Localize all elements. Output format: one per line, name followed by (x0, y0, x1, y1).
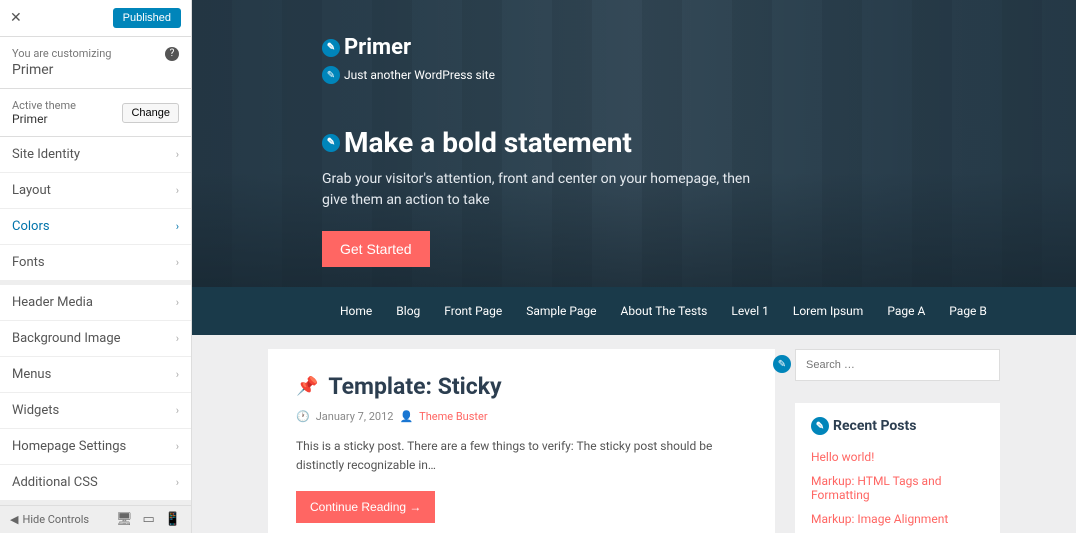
edit-shortcut-icon[interactable]: ✎ (322, 134, 340, 152)
chevron-right-icon: › (176, 148, 179, 161)
nav-item-blog[interactable]: Blog (396, 304, 420, 318)
site-tagline: Just another WordPress site (344, 68, 495, 82)
hide-controls-button[interactable]: ◀ Hide Controls (10, 513, 89, 526)
sidebar-section-background-image[interactable]: Background Image › (0, 321, 191, 357)
active-theme-label: Active theme (12, 99, 76, 112)
widget-title: Recent Posts (833, 418, 916, 434)
change-theme-button[interactable]: Change (122, 103, 179, 123)
chevron-right-icon: › (176, 256, 179, 269)
active-theme-name: Primer (12, 112, 76, 126)
customize-label: You are customizing (12, 47, 179, 60)
mobile-icon[interactable]: 📱 (165, 512, 181, 527)
clock-icon: 🕐 (296, 410, 310, 423)
sidebar-section-site-identity[interactable]: Site Identity › (0, 137, 191, 173)
customize-theme-name: Primer (12, 62, 179, 78)
sidebar-section-fonts[interactable]: Fonts › (0, 245, 191, 281)
sidebar-section-widgets[interactable]: Widgets › (0, 393, 191, 429)
post-card: 📌 Template: Sticky 🕐 January 7, 2012 👤 T… (268, 349, 775, 533)
collapse-icon: ◀ (10, 513, 18, 526)
chevron-right-icon: › (176, 440, 179, 453)
section-label: Background Image (12, 331, 121, 346)
post-title[interactable]: Template: Sticky (328, 373, 501, 400)
edit-shortcut-icon[interactable]: ✎ (322, 66, 340, 84)
search-input[interactable] (795, 349, 1000, 381)
publish-button[interactable]: Published (113, 8, 181, 28)
user-icon: 👤 (399, 410, 413, 423)
customizer-sidebar: ✕ Published ? You are customizing Primer… (0, 0, 192, 533)
recent-post-link[interactable]: Markup: HTML Tags and Formatting (811, 469, 984, 507)
nav-item-lorem-ipsum[interactable]: Lorem Ipsum (793, 304, 863, 318)
tablet-icon[interactable]: ▭ (143, 512, 155, 527)
section-label: Header Media (12, 295, 93, 310)
post-date: January 7, 2012 (316, 410, 394, 423)
recent-post-link[interactable]: Markup: Image Alignment (811, 507, 984, 531)
nav-item-about-the-tests[interactable]: About The Tests (621, 304, 708, 318)
chevron-right-icon: › (176, 184, 179, 197)
hero-heading: Make a bold statement (344, 126, 632, 159)
section-label: Site Identity (12, 147, 80, 162)
section-label: Additional CSS (12, 475, 98, 490)
sidebar-section-additional-css[interactable]: Additional CSS › (0, 465, 191, 501)
post-author[interactable]: Theme Buster (419, 410, 487, 423)
recent-posts-widget: ✎ Recent Posts Hello world!Markup: HTML … (795, 403, 1000, 533)
sidebar-section-menus[interactable]: Menus › (0, 357, 191, 393)
main-nav: Home Blog Front Page Sample Page About The T… (192, 287, 1076, 335)
site-title[interactable]: Primer (344, 35, 411, 60)
nav-item-page-a[interactable]: Page A (887, 304, 925, 318)
section-label: Fonts (12, 255, 45, 270)
section-label: Homepage Settings (12, 439, 126, 454)
close-icon[interactable]: ✕ (10, 10, 22, 26)
section-label: Widgets (12, 403, 59, 418)
chevron-right-icon: › (176, 332, 179, 345)
section-label: Layout (12, 183, 51, 198)
chevron-right-icon: › (176, 368, 179, 381)
hero: ✎ Primer ✎ Just another WordPress site ✎… (192, 0, 1076, 287)
nav-item-home[interactable]: Home (340, 304, 372, 318)
sidebar-section-layout[interactable]: Layout › (0, 173, 191, 209)
desktop-icon[interactable]: 🖥 (116, 512, 133, 527)
continue-reading-button[interactable]: Continue Reading → (296, 491, 435, 523)
edit-shortcut-icon[interactable]: ✎ (322, 39, 340, 57)
section-label: Menus (12, 367, 51, 382)
recent-post-link[interactable]: Hello world! (811, 445, 984, 469)
section-label: Colors (12, 219, 50, 234)
nav-item-level-1[interactable]: Level 1 (731, 304, 769, 318)
chevron-right-icon: › (176, 476, 179, 489)
hero-cta-button[interactable]: Get Started (322, 231, 430, 267)
hero-subtext: Grab your visitor's attention, front and… (322, 169, 772, 211)
post-excerpt: This is a sticky post. There are a few t… (296, 437, 747, 475)
section-list: Site Identity›Layout›Colors›Fonts›Header… (0, 137, 191, 501)
nav-item-page-b[interactable]: Page B (949, 304, 987, 318)
sidebar-section-homepage-settings[interactable]: Homepage Settings › (0, 429, 191, 465)
chevron-right-icon: › (176, 220, 179, 233)
customize-info: ? You are customizing Primer (0, 37, 191, 89)
search-widget: ✎ (795, 349, 1000, 381)
edit-shortcut-icon[interactable]: ✎ (773, 355, 791, 373)
chevron-right-icon: › (176, 296, 179, 309)
preview-pane: ✎ Primer ✎ Just another WordPress site ✎… (192, 0, 1076, 533)
nav-item-sample-page[interactable]: Sample Page (526, 304, 596, 318)
edit-shortcut-icon[interactable]: ✎ (811, 417, 829, 435)
help-icon[interactable]: ? (165, 47, 179, 61)
chevron-right-icon: › (176, 404, 179, 417)
pin-icon: 📌 (296, 376, 318, 397)
nav-item-front-page[interactable]: Front Page (444, 304, 502, 318)
sidebar-section-colors[interactable]: Colors › (0, 209, 191, 245)
sidebar-section-header-media[interactable]: Header Media › (0, 285, 191, 321)
